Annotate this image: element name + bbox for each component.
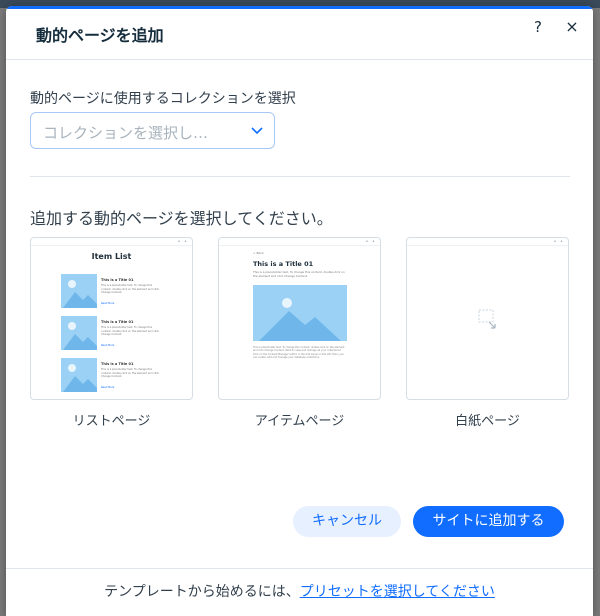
close-button[interactable]: ×: [561, 16, 583, 38]
dialog-footer: テンプレートから始めるには、プリセットを選択してください: [6, 568, 593, 616]
list-item-title: This is a Title 01: [101, 320, 134, 324]
card-window-bar: • •: [407, 238, 568, 246]
background-editor-right: [592, 8, 600, 616]
dialog-header: 動的ページを追加 ? ×: [6, 6, 593, 60]
list-page-card[interactable]: • • Item List This is a Title 01 This is…: [30, 237, 193, 400]
dialog-title: 動的ページを追加: [36, 26, 164, 45]
blank-page-card[interactable]: • •: [406, 237, 569, 400]
list-item-text: This is a placeholder text. To change th…: [101, 284, 159, 294]
list-item-link: Read More: [101, 386, 115, 389]
image-placeholder-icon: [61, 316, 97, 350]
image-placeholder-icon: [61, 274, 97, 308]
cancel-button[interactable]: キャンセル: [293, 506, 401, 537]
window-dots-icon: • •: [365, 239, 376, 245]
item-page-card[interactable]: • • < Back This is a Title 01 This is a …: [218, 237, 381, 400]
list-preview-item: This is a Title 01 This is a placeholder…: [61, 274, 165, 310]
card-window-bar: • •: [31, 238, 192, 246]
item-preview-title: This is a Title 01: [253, 260, 314, 268]
list-item-text: This is a placeholder text. To change th…: [101, 326, 159, 336]
page-type-label: 追加する動的ページを選択してください。: [30, 209, 333, 228]
collection-label: 動的ページに使用するコレクションを選択: [30, 91, 296, 107]
collection-select-placeholder: コレクションを選択し…: [43, 124, 209, 142]
list-page-label: リストページ: [72, 414, 151, 429]
add-to-site-button[interactable]: サイトに追加する: [413, 506, 564, 537]
card-window-bar: • •: [219, 238, 380, 246]
image-placeholder-icon: [253, 285, 347, 341]
collection-select[interactable]: コレクションを選択し…: [30, 112, 275, 149]
list-item-title: This is a Title 01: [101, 362, 134, 366]
list-preview-item: This is a Title 01 This is a placeholder…: [61, 316, 165, 352]
add-dynamic-page-dialog: 動的ページを追加 ? × 動的ページに使用するコレクションを選択 コレクションを…: [6, 6, 593, 616]
item-page-label: アイテムページ: [254, 414, 345, 429]
window-dots-icon: • •: [553, 239, 564, 245]
section-divider: [30, 176, 570, 177]
list-preview-title: Item List: [91, 252, 132, 261]
chevron-down-icon: [251, 127, 263, 135]
list-item-title: This is a Title 01: [101, 278, 134, 282]
item-body-text: This is placeholder text. To change this…: [253, 346, 345, 359]
close-icon: ×: [565, 17, 579, 36]
blank-page-icon: [478, 309, 496, 329]
list-item-text: This is a placeholder text. To change th…: [101, 368, 159, 378]
list-preview-item: This is a Title 01 This is a placeholder…: [61, 358, 165, 394]
window-dots-icon: • •: [177, 239, 188, 245]
blank-page-label: 白紙ページ: [455, 414, 520, 429]
help-button[interactable]: ?: [527, 16, 549, 38]
footer-text: テンプレートから始めるには、: [104, 584, 300, 600]
choose-preset-link[interactable]: プリセットを選択してください: [300, 584, 495, 600]
list-item-link: Read More: [101, 302, 115, 305]
dialog-actions: キャンセル サイトに追加する: [6, 506, 593, 540]
item-intro-text: This is a placeholder text. To change th…: [253, 271, 345, 278]
list-item-link: Read More: [101, 344, 115, 347]
image-placeholder-icon: [61, 358, 97, 392]
item-back-link: < Back: [253, 251, 264, 255]
